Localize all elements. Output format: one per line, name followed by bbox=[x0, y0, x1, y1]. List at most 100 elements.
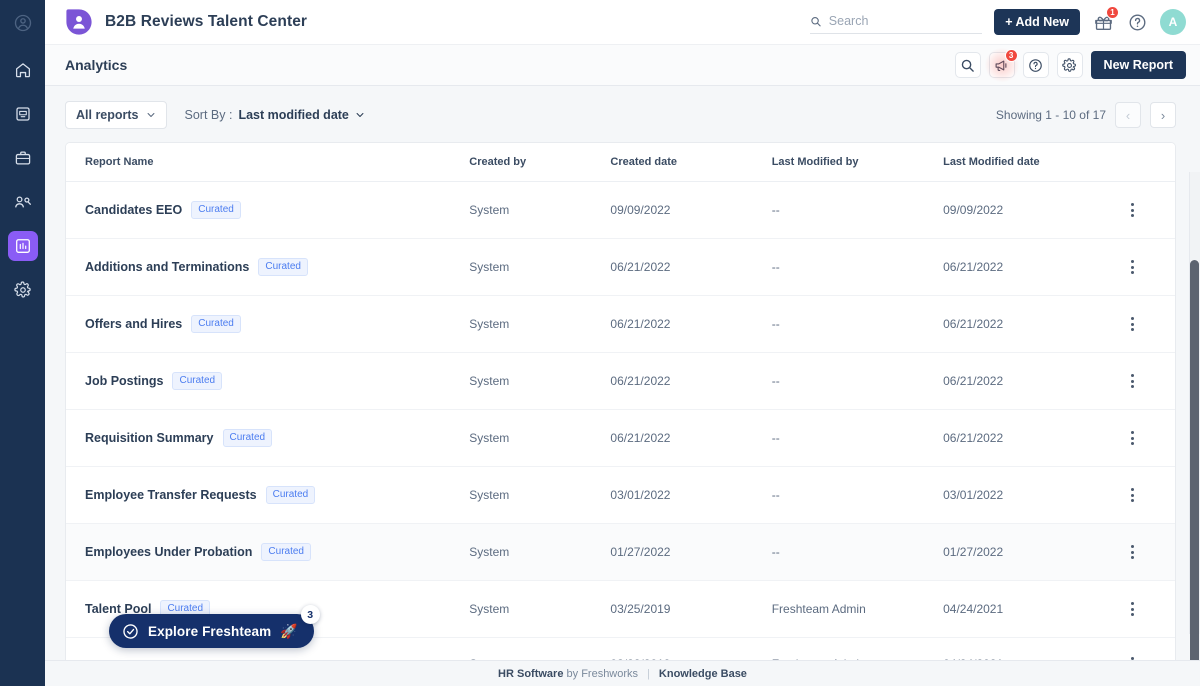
cell-report-name: Offers and Hires Curated bbox=[66, 295, 470, 353]
column-header-created-date[interactable]: Created date bbox=[610, 143, 772, 182]
sidebar-item-home[interactable] bbox=[8, 55, 38, 85]
table-row[interactable]: Additions and Terminations Curated System 0… bbox=[66, 238, 1175, 296]
global-search[interactable] bbox=[810, 10, 983, 34]
column-header-last-modified-by[interactable]: Last Modified by bbox=[771, 143, 944, 182]
row-overflow-menu-icon[interactable] bbox=[1125, 488, 1141, 502]
footer-product-normal: by Freshworks bbox=[566, 667, 639, 680]
cell-created-by: System bbox=[469, 238, 611, 296]
cell-created-by: System bbox=[469, 295, 611, 353]
column-header-last-modified-date[interactable]: Last Modified date bbox=[943, 143, 1125, 182]
row-overflow-menu-icon[interactable] bbox=[1125, 317, 1141, 331]
cell-created-date: 06/21/2022 bbox=[610, 352, 772, 410]
avatar[interactable]: A bbox=[1160, 9, 1186, 35]
search-icon bbox=[961, 59, 974, 72]
cell-last-modified-date: 04/24/2021 bbox=[943, 580, 1125, 638]
table-row[interactable]: Job Postings Curated System 06/21/2022 -- 06/… bbox=[66, 352, 1175, 410]
pagination-text: Showing 1 - 10 of 17 bbox=[995, 108, 1106, 122]
cell-created-date: 06/21/2022 bbox=[610, 238, 772, 296]
gear-icon bbox=[1062, 57, 1077, 72]
sidebar-item-inbox[interactable] bbox=[8, 99, 38, 129]
left-navigation-rail bbox=[0, 0, 49, 686]
pagination-next-button[interactable]: › bbox=[1150, 102, 1176, 128]
page-scrollbar-thumb[interactable] bbox=[1190, 260, 1199, 660]
all-reports-filter[interactable]: All reports bbox=[65, 101, 167, 129]
cell-last-modified-date: 06/21/2022 bbox=[943, 352, 1125, 410]
report-name-link[interactable]: Offers and Hires bbox=[85, 317, 182, 331]
report-name-link[interactable]: Employee Transfer Requests bbox=[85, 488, 257, 502]
report-name-link[interactable]: Job Postings bbox=[85, 374, 163, 388]
cell-last-modified-by: -- bbox=[771, 409, 944, 467]
page-help-button[interactable] bbox=[1022, 52, 1049, 78]
explore-freshteam-widget[interactable]: Explore Freshteam 🚀 3 bbox=[109, 605, 320, 648]
curated-badge: Curated bbox=[191, 315, 241, 333]
cell-last-modified-by: Freshteam Admin bbox=[771, 637, 944, 660]
sidebar-item-candidates[interactable] bbox=[8, 187, 49, 217]
sidebar-item-analytics[interactable] bbox=[7, 231, 38, 261]
sort-by: Sort By : Last modified date bbox=[185, 108, 365, 122]
column-header-report-name[interactable]: Report Name bbox=[66, 143, 470, 182]
report-name-link[interactable]: Additions and Terminations bbox=[85, 260, 249, 274]
row-overflow-menu-icon[interactable] bbox=[1125, 260, 1141, 274]
cell-actions bbox=[1124, 352, 1175, 410]
cell-last-modified-date: 09/09/2022 bbox=[943, 181, 1125, 239]
table-row[interactable]: Offers and Hires Curated System 06/21/2022-… bbox=[66, 295, 1175, 353]
sort-by-label: Sort By : bbox=[184, 108, 233, 122]
sidebar-item-jobs[interactable] bbox=[8, 143, 49, 173]
cell-last-modified-date: 03/01/2022 bbox=[943, 466, 1125, 524]
filter-bar: All reports Sort By : Last modified date bbox=[65, 99, 1176, 131]
help-button[interactable] bbox=[1126, 11, 1148, 33]
cell-created-date: 03/25/2019 bbox=[610, 580, 772, 638]
sidebar-item-settings[interactable] bbox=[8, 275, 38, 305]
search-input[interactable] bbox=[828, 14, 983, 28]
cell-created-date: 06/21/2022 bbox=[610, 295, 772, 353]
table-row[interactable]: Requisition Summary Curated System 06/21/20… bbox=[66, 409, 1175, 467]
row-overflow-menu-icon[interactable] bbox=[1125, 431, 1141, 445]
cell-last-modified-date: 06/21/2022 bbox=[943, 295, 1125, 353]
cell-last-modified-by: -- bbox=[771, 523, 944, 581]
table-row[interactable]: Employee Transfer Requests Curated System 0… bbox=[66, 466, 1175, 524]
footer: HR Software by Freshworks | Knowledge Ba… bbox=[45, 660, 1200, 686]
home-icon bbox=[15, 63, 30, 78]
row-overflow-menu-icon[interactable] bbox=[1125, 203, 1141, 217]
briefcase-icon bbox=[15, 151, 30, 165]
pagination: Showing 1 - 10 of 17 ‹ › bbox=[996, 102, 1176, 128]
row-overflow-menu-icon[interactable] bbox=[1125, 545, 1141, 559]
row-overflow-menu-icon[interactable] bbox=[1125, 374, 1141, 388]
content-area: All reports Sort By : Last modified date bbox=[45, 86, 1200, 660]
pagination-prev-button[interactable]: ‹ bbox=[1115, 102, 1141, 128]
new-report-button[interactable]: New Report bbox=[1090, 51, 1186, 79]
reports-table: Report Name Created by Created date Last… bbox=[66, 143, 1175, 660]
cell-report-name: Requisition Summary Curated bbox=[66, 409, 470, 467]
cell-last-modified-date: 01/27/2022 bbox=[943, 523, 1125, 581]
knowledge-base-link[interactable]: Knowledge Base bbox=[659, 668, 747, 680]
rail-items bbox=[0, 55, 49, 319]
sort-by-select[interactable]: Last modified date bbox=[238, 108, 364, 122]
report-name-link[interactable]: Employees Under Probation bbox=[85, 545, 252, 559]
page-scrollbar-track[interactable] bbox=[1189, 172, 1200, 660]
column-header-created-by[interactable]: Created by bbox=[469, 143, 611, 182]
table-row[interactable]: Candidates EEO Curated System 09/09/2022 -- 0… bbox=[66, 181, 1175, 239]
announcements-button[interactable]: 3 bbox=[983, 47, 1020, 83]
footer-product: HR Software by Freshworks bbox=[498, 668, 638, 680]
page-header: Analytics 3 New Report bbox=[45, 45, 1200, 86]
cell-created-date: 09/09/2022 bbox=[610, 181, 772, 239]
reports-table-head: Report Name Created by Created date Last… bbox=[66, 143, 1175, 182]
add-new-button[interactable]: + Add New bbox=[994, 9, 1080, 35]
curated-badge: Curated bbox=[265, 486, 316, 504]
cell-created-by: System bbox=[469, 409, 611, 467]
table-row[interactable]: Employees Under Probation Curated System 01… bbox=[66, 523, 1175, 581]
page-search-button[interactable] bbox=[954, 52, 981, 78]
analytics-icon bbox=[15, 239, 30, 253]
all-reports-filter-label: All reports bbox=[76, 108, 139, 122]
cell-created-by: System bbox=[469, 352, 611, 410]
row-overflow-menu-icon[interactable] bbox=[1125, 657, 1141, 660]
report-name-link[interactable]: Candidates EEO bbox=[85, 203, 182, 217]
curated-badge: Curated bbox=[191, 201, 241, 219]
footer-separator: | bbox=[647, 667, 650, 680]
page-settings-button[interactable] bbox=[1056, 52, 1083, 78]
report-name-link[interactable]: Requisition Summary bbox=[85, 431, 214, 445]
row-overflow-menu-icon[interactable] bbox=[1125, 602, 1141, 616]
gift-button[interactable]: 1 bbox=[1092, 6, 1119, 33]
cell-created-date: 03/22/2019 bbox=[610, 637, 772, 660]
cell-actions bbox=[1124, 637, 1175, 660]
